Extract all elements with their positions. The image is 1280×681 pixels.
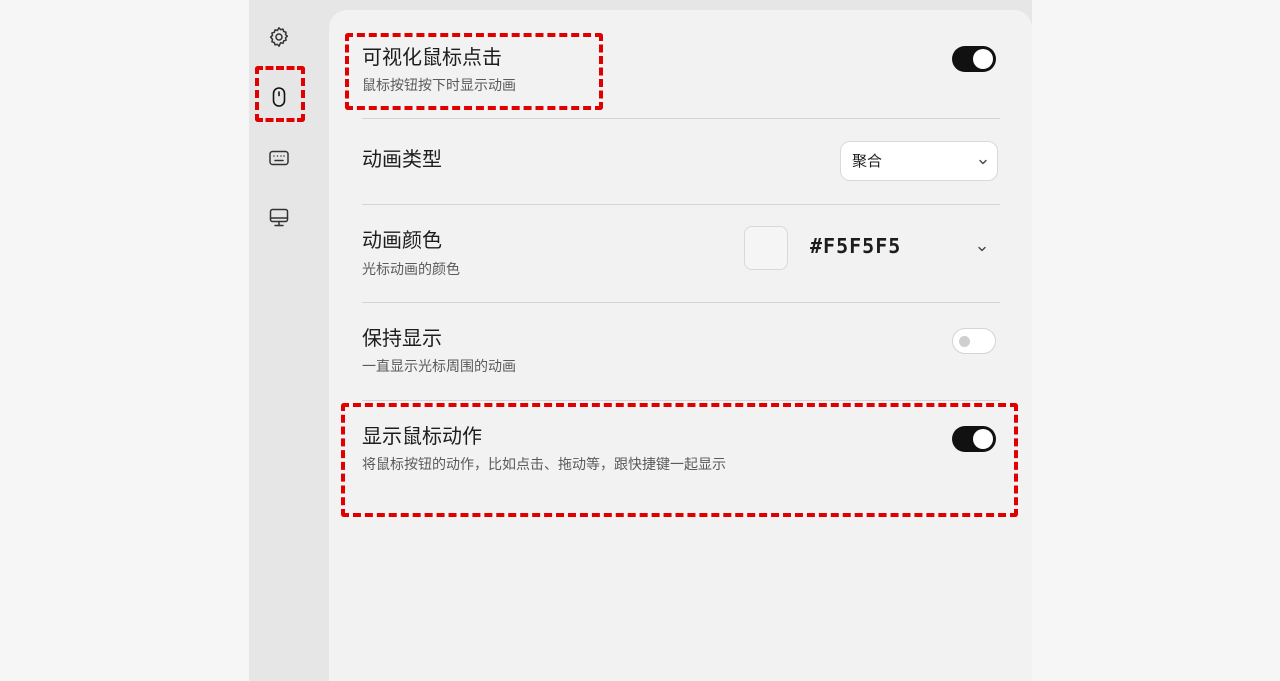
show-mouse-actions-toggle[interactable]: [952, 426, 996, 452]
setting-description: 一直显示光标周围的动画: [362, 359, 516, 375]
setting-title: 保持显示: [362, 326, 442, 350]
sidebar: [249, 0, 329, 681]
animation-type-select[interactable]: 聚合: [840, 141, 998, 181]
setting-animation-type: 动画类型 聚合: [362, 119, 1000, 204]
mouse-icon: [272, 87, 286, 107]
color-swatch[interactable]: [744, 226, 788, 270]
setting-title: 可视化鼠标点击: [362, 45, 502, 69]
settings-panel: 可视化鼠标点击 鼠标按钮按下时显示动画 动画类型 聚合 动画颜色 光标动画的颜色…: [329, 10, 1032, 681]
setting-description: 鼠标按钮按下时显示动画: [362, 78, 516, 94]
toggle-knob: [973, 429, 993, 449]
toggle-knob: [973, 49, 993, 69]
chevron-down-icon[interactable]: [976, 243, 988, 255]
sidebar-item-general[interactable]: [259, 17, 299, 57]
chevron-down-icon: [979, 159, 987, 165]
select-value: 聚合: [852, 152, 883, 170]
setting-keep-showing: 保持显示 一直显示光标周围的动画: [362, 303, 1000, 400]
settings-window: 可视化鼠标点击 鼠标按钮按下时显示动画 动画类型 聚合 动画颜色 光标动画的颜色…: [249, 0, 1032, 681]
setting-title: 动画类型: [362, 147, 442, 171]
sidebar-item-mouse[interactable]: [259, 77, 299, 117]
setting-visualize-click: 可视化鼠标点击 鼠标按钮按下时显示动画: [362, 10, 1000, 118]
sidebar-item-keyboard[interactable]: [259, 138, 299, 178]
gear-icon: [269, 27, 289, 47]
color-hex-value: #F5F5F5: [810, 234, 902, 258]
sidebar-item-display[interactable]: [259, 198, 299, 238]
setting-title: 显示鼠标动作: [362, 424, 482, 448]
setting-description: 将鼠标按钮的动作，比如点击、拖动等，跟快捷键一起显示: [362, 457, 726, 473]
setting-animation-color: 动画颜色 光标动画的颜色 #F5F5F5: [362, 205, 1000, 302]
setting-title: 动画颜色: [362, 228, 442, 252]
keyboard-icon: [269, 150, 289, 166]
visualize-click-toggle[interactable]: [952, 46, 996, 72]
toggle-knob: [959, 336, 970, 347]
monitor-icon: [269, 208, 289, 227]
setting-description: 光标动画的颜色: [362, 262, 460, 278]
keep-showing-toggle[interactable]: [952, 328, 996, 354]
setting-show-mouse-actions: 显示鼠标动作 将鼠标按钮的动作，比如点击、拖动等，跟快捷键一起显示: [362, 401, 1000, 511]
